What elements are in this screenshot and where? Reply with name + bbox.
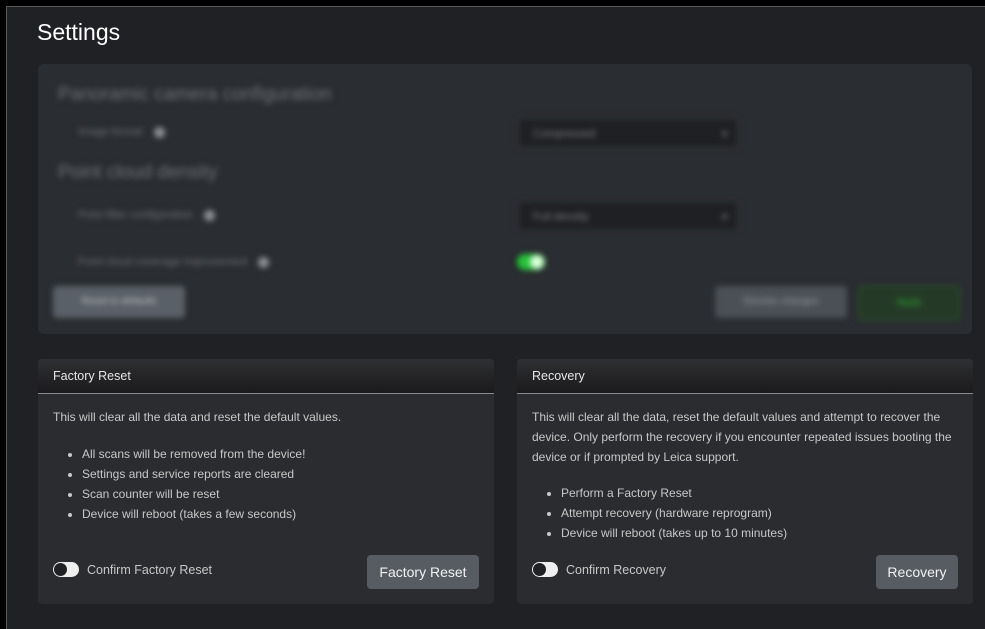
list-item: Settings and service reports are cleared: [82, 464, 305, 484]
reset-defaults-button[interactable]: Reset to defaults: [53, 286, 185, 318]
confirm-factory-reset[interactable]: Confirm Factory Reset: [53, 562, 212, 577]
list-item: Scan counter will be reset: [82, 484, 305, 504]
confirm-factory-reset-toggle[interactable]: [53, 562, 79, 577]
recovery-button[interactable]: Recovery: [876, 555, 958, 589]
info-icon[interactable]: [258, 256, 270, 268]
camera-config-title: Panoramic camera configuration: [58, 84, 332, 105]
dismiss-changes-button[interactable]: Dismiss changes: [715, 286, 847, 318]
list-item: All scans will be removed from the devic…: [82, 444, 305, 464]
filter-value: Full density: [533, 211, 589, 223]
density-title: Point cloud density: [58, 162, 218, 183]
image-format-value: Compressed: [533, 128, 596, 140]
filter-select[interactable]: Full density ▼: [518, 201, 738, 231]
image-format-row: Image format: [78, 126, 165, 138]
recovery-header: Recovery: [517, 359, 973, 394]
list-item: Device will reboot (takes up to 10 minut…: [561, 523, 787, 543]
settings-window: Settings Panoramic camera configuration …: [6, 6, 985, 629]
factory-reset-description: This will clear all the data and reset t…: [53, 410, 342, 424]
factory-reset-button[interactable]: Factory Reset: [367, 555, 479, 589]
image-format-label: Image format: [78, 126, 143, 138]
image-format-select[interactable]: Compressed ▼: [518, 118, 738, 148]
info-icon[interactable]: [204, 209, 216, 221]
factory-reset-header: Factory Reset: [38, 359, 494, 394]
filter-label: Point filter configuration: [78, 209, 193, 221]
coverage-toggle[interactable]: [517, 254, 545, 270]
recovery-card: Recovery This will clear all the data, r…: [517, 359, 973, 604]
list-item: Attempt recovery (hardware reprogram): [561, 503, 787, 523]
factory-reset-card: Factory Reset This will clear all the da…: [38, 359, 494, 604]
page-title: Settings: [37, 19, 121, 45]
factory-reset-list: All scans will be removed from the devic…: [53, 444, 305, 524]
recovery-list: Perform a Factory Reset Attempt recovery…: [532, 483, 787, 543]
apply-button[interactable]: Apply: [858, 286, 960, 320]
camera-config-card: Panoramic camera configuration Image for…: [38, 64, 972, 334]
recovery-description: This will clear all the data, reset the …: [532, 410, 952, 464]
coverage-label: Point cloud coverage improvement: [78, 256, 248, 268]
chevron-down-icon: ▼: [720, 212, 729, 222]
filter-row: Point filter configuration: [78, 209, 216, 221]
list-item: Device will reboot (takes a few seconds): [82, 504, 305, 524]
confirm-recovery-toggle[interactable]: [532, 562, 558, 577]
confirm-factory-reset-label: Confirm Factory Reset: [87, 562, 213, 577]
confirm-recovery[interactable]: Confirm Recovery: [532, 562, 666, 577]
coverage-row: Point cloud coverage improvement: [78, 256, 270, 268]
chevron-down-icon: ▼: [720, 129, 729, 139]
confirm-recovery-label: Confirm Recovery: [566, 562, 667, 577]
list-item: Perform a Factory Reset: [561, 483, 787, 503]
info-icon[interactable]: [153, 126, 165, 138]
